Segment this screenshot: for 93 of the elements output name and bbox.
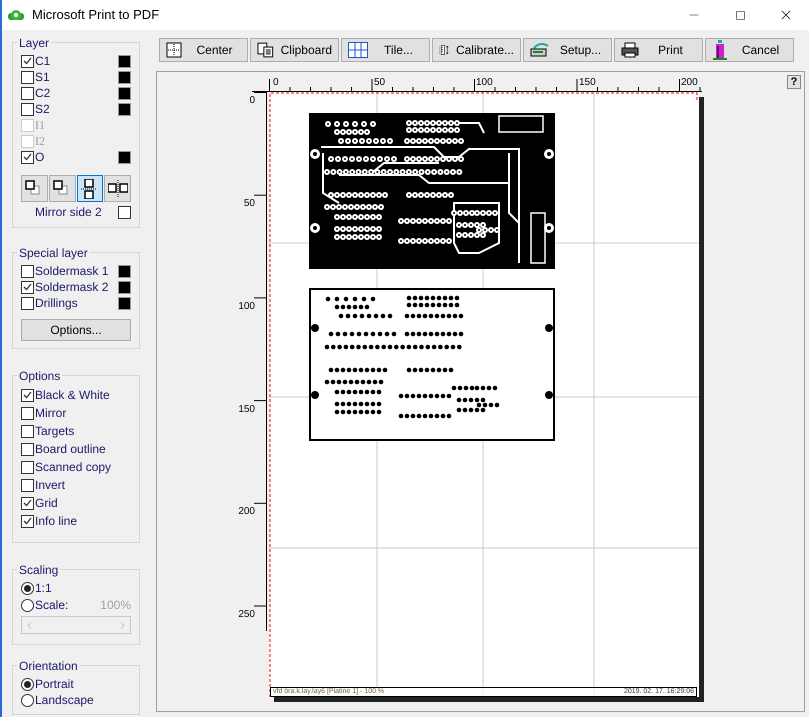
checkbox[interactable] — [21, 424, 34, 438]
ruler-label: 200 — [237, 507, 255, 517]
check-icon — [23, 153, 32, 161]
check-icon — [23, 499, 32, 507]
checkbox-label: I1 — [35, 117, 45, 134]
radio-button[interactable] — [21, 678, 34, 690]
scale-scrollbar[interactable] — [21, 616, 131, 634]
color-swatch[interactable] — [118, 54, 131, 68]
checkbox[interactable] — [21, 478, 34, 492]
window-title: Microsoft Print to PDF — [32, 6, 160, 24]
ruler-label: 100 — [237, 302, 255, 312]
door-icon — [712, 40, 728, 60]
color-swatch[interactable] — [118, 70, 131, 84]
checkbox-label: Drillings — [35, 295, 78, 312]
layout-button[interactable] — [104, 175, 131, 202]
checkbox[interactable] — [21, 54, 34, 68]
checkbox[interactable] — [21, 86, 34, 100]
layout-icon — [108, 178, 128, 198]
radio-button[interactable] — [21, 694, 34, 706]
checkbox-label: Mirror — [35, 405, 66, 422]
checkbox-label: Scanned copy — [35, 459, 112, 476]
app-icon — [8, 8, 24, 22]
checkbox[interactable] — [21, 406, 34, 420]
checkbox[interactable] — [21, 388, 34, 402]
ruler-label: 0 — [273, 78, 279, 88]
checkbox-label: O — [35, 149, 44, 166]
toolbar-button[interactable]: Cancel — [705, 38, 794, 62]
checkbox-label: Targets — [35, 423, 74, 440]
color-swatch[interactable] — [118, 296, 131, 310]
checkbox[interactable] — [21, 296, 34, 310]
color-swatch[interactable] — [118, 86, 131, 100]
printer-icon — [621, 42, 639, 58]
checkbox-label: Info line — [35, 513, 78, 530]
checkbox[interactable] — [21, 514, 34, 528]
check-icon — [23, 57, 32, 65]
checkbox[interactable] — [21, 460, 34, 474]
check-icon — [23, 283, 32, 291]
radio-button[interactable] — [21, 598, 34, 612]
checkbox[interactable] — [21, 280, 34, 294]
toolbar-button[interactable]: Center — [159, 38, 248, 62]
ruler-label: 100 — [476, 78, 493, 88]
checkbox-label: Board outline — [35, 441, 106, 458]
checkbox-label: C1 — [35, 53, 50, 70]
layout-button[interactable] — [76, 175, 104, 202]
layout-button[interactable] — [21, 175, 48, 202]
checkbox-label: S2 — [35, 101, 50, 118]
toolbar-button[interactable]: Clipboard — [250, 38, 339, 62]
radio-label: Scale: — [35, 597, 68, 614]
ruler-label: 200 — [681, 78, 698, 88]
color-swatch[interactable] — [118, 280, 131, 294]
radio-label: Portrait — [35, 676, 74, 693]
checkbox-label: Soldermask 2 — [35, 279, 108, 296]
ruler-label: 50 — [374, 78, 386, 88]
color-swatch[interactable] — [118, 264, 131, 278]
grid-icon — [348, 42, 368, 58]
color-swatch[interactable] — [118, 102, 131, 116]
checkbox[interactable] — [118, 206, 131, 218]
layout-button[interactable] — [48, 175, 76, 202]
checkbox-label: I2 — [35, 133, 45, 150]
checkbox[interactable] — [21, 70, 34, 84]
checkbox-label: C2 — [35, 85, 50, 102]
checkbox[interactable] — [21, 264, 34, 278]
ruler-label: 0 — [248, 96, 255, 106]
check-icon — [23, 517, 32, 525]
checkbox-label: S1 — [35, 69, 50, 86]
scale-value: 100% — [100, 597, 131, 614]
printer-setup-icon — [530, 42, 550, 58]
radio-label: Landscape — [35, 692, 94, 709]
toolbar-button[interactable]: Print — [614, 38, 703, 62]
check-icon — [23, 391, 32, 399]
toolbar-button[interactable]: Calibrate... — [432, 38, 521, 62]
ruler-label: 250 — [237, 610, 255, 620]
toolbar-button[interactable]: Tile... — [341, 38, 430, 62]
mirror-label: Mirror side 2 — [35, 204, 102, 221]
crosshair-icon — [166, 42, 182, 58]
checkbox[interactable] — [21, 496, 34, 510]
ruler-label: 150 — [237, 405, 255, 415]
checkbox-label: Grid — [35, 495, 58, 512]
options-button[interactable]: Options... — [21, 319, 131, 341]
checkbox-label: Soldermask 1 — [35, 263, 108, 280]
radio-label: 1:1 — [35, 580, 52, 597]
ruler-label: 150 — [579, 78, 596, 88]
help-button[interactable]: ? — [787, 75, 801, 89]
checkbox-label: Black & White — [35, 387, 110, 404]
clipboard-icon — [257, 42, 275, 58]
radio-button[interactable] — [21, 582, 34, 594]
checkbox[interactable] — [21, 102, 34, 116]
ruler-label: 50 — [242, 199, 255, 209]
checkbox-label: Invert — [35, 477, 66, 494]
checkbox[interactable] — [21, 150, 34, 164]
color-swatch[interactable] — [118, 150, 131, 164]
checkbox[interactable] — [21, 442, 34, 456]
toolbar-button[interactable]: Setup... — [523, 38, 612, 62]
